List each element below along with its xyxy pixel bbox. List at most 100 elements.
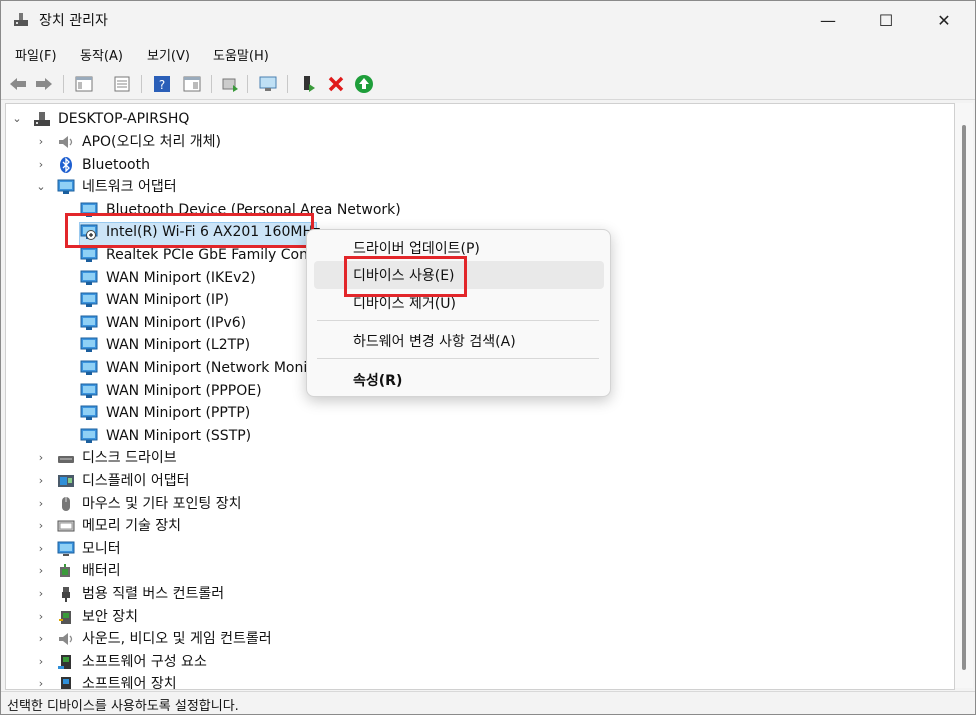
uninstall-device-button[interactable]	[325, 73, 347, 95]
tree-row-category-22[interactable]: › 사운드, 비디오 및 게임 컨트롤러	[6, 628, 946, 650]
tree-row-child-12[interactable]: WAN Miniport (PPTP)	[6, 402, 946, 424]
tree-item-label: 사운드, 비디오 및 게임 컨트롤러	[82, 631, 272, 648]
scrollbar-thumb[interactable]	[962, 125, 966, 670]
expand-chevron-icon[interactable]: ›	[36, 673, 46, 689]
show-hide-tree-icon	[75, 76, 93, 92]
highlight-box-selected-device	[65, 213, 314, 248]
tree-row-category-23[interactable]: › 소프트웨어 구성 요소	[6, 651, 946, 673]
maximize-button[interactable]: ☐	[857, 1, 915, 39]
context-properties[interactable]: 속성(R)	[353, 370, 402, 390]
memory-icon	[57, 518, 75, 534]
network-adapter-icon	[80, 428, 98, 444]
tree-item-label: WAN Miniport (PPTP)	[106, 405, 251, 422]
disk-drive-icon	[57, 450, 75, 466]
menu-bar: 파일(F) 동작(A) 보기(V) 도움말(H)	[1, 41, 975, 67]
back-button[interactable]	[7, 73, 29, 95]
scan-hardware-icon	[259, 76, 277, 91]
status-bar: 선택한 디바이스를 사용하도록 설정합니다.	[1, 691, 975, 714]
tree-item-label: WAN Miniport (IP)	[106, 292, 229, 309]
tree-row-category-19[interactable]: › 배터리	[6, 560, 946, 582]
tree-item-label: WAN Miniport (PPPOE)	[106, 382, 262, 399]
window-title: 장치 관리자	[39, 13, 108, 29]
context-scan-hardware[interactable]: 하드웨어 변경 사항 검색(A)	[353, 331, 516, 351]
menu-help[interactable]: 도움말(H)	[213, 45, 269, 64]
expand-chevron-icon[interactable]: ›	[36, 515, 46, 537]
menu-file[interactable]: 파일(F)	[15, 45, 57, 64]
expand-chevron-icon[interactable]: ›	[36, 606, 46, 628]
show-hide-tree-button[interactable]	[73, 73, 95, 95]
tree-row-child-13[interactable]: WAN Miniport (SSTP)	[6, 425, 946, 447]
usb-icon	[57, 586, 75, 602]
properties-button[interactable]	[111, 73, 133, 95]
tree-item-label: Bluetooth	[82, 156, 150, 173]
scan-hardware-button[interactable]	[257, 73, 279, 95]
tree-item-label: 보안 장치	[82, 608, 138, 625]
help-button[interactable]: ?	[151, 73, 173, 95]
tree-item-label: 네트워크 어댑터	[82, 179, 177, 196]
tree-row-category-1[interactable]: › Bluetooth	[6, 154, 946, 176]
tree-row-category-20[interactable]: › 범용 직렬 버스 컨트롤러	[6, 583, 946, 605]
tree-item-label: 모니터	[82, 540, 121, 557]
software-device-icon	[57, 676, 75, 689]
display-adapter-icon	[57, 473, 75, 489]
tree-item-label: APO(오디오 처리 개체)	[82, 134, 222, 150]
bluetooth-icon	[57, 156, 75, 173]
tree-item-label: 범용 직렬 버스 컨트롤러	[82, 586, 225, 602]
tree-row-category-16[interactable]: › 마우스 및 기타 포인팅 장치	[6, 493, 946, 515]
tree-row-category-14[interactable]: › 디스크 드라이브	[6, 447, 946, 469]
security-device-icon	[57, 609, 75, 625]
close-icon: ✕	[937, 10, 951, 30]
status-text: 선택한 디바이스를 사용하도록 설정합니다.	[7, 699, 239, 714]
collapse-chevron-icon[interactable]: ⌄	[36, 176, 46, 198]
network-adapter-icon	[80, 337, 98, 353]
forward-button[interactable]	[33, 73, 55, 95]
tree-item-label: WAN Miniport (IKEv2)	[106, 269, 256, 286]
expand-chevron-icon[interactable]: ›	[36, 560, 46, 582]
tree-row-category-24[interactable]: › 소프트웨어 장치	[6, 673, 946, 690]
toolbar-separator	[287, 75, 288, 93]
expand-chevron-icon[interactable]: ›	[36, 131, 46, 153]
update-driver-button[interactable]	[219, 73, 241, 95]
tree-row-category-0[interactable]: › APO(오디오 처리 개체)	[6, 131, 946, 153]
expand-chevron-icon[interactable]: ›	[36, 628, 46, 650]
tree-row-root[interactable]: ⌄ DESKTOP-APIRSHQ	[6, 108, 946, 130]
action-pane-button[interactable]	[181, 73, 203, 95]
enable-device-toolbar-button[interactable]	[297, 73, 319, 95]
expand-chevron-icon[interactable]: ›	[36, 470, 46, 492]
menu-action[interactable]: 동작(A)	[80, 45, 123, 64]
properties-icon	[114, 76, 130, 92]
tree-item-label: 디스크 드라이브	[82, 450, 177, 467]
expand-chevron-icon[interactable]: ›	[36, 447, 46, 469]
enable-device-icon	[304, 76, 315, 92]
network-adapter-icon	[80, 360, 98, 376]
speaker-icon	[57, 631, 75, 647]
context-update-driver[interactable]: 드라이버 업데이트(P)	[353, 238, 480, 258]
update-driver-icon	[222, 78, 238, 92]
network-adapter-icon	[57, 179, 75, 195]
svg-text:?: ?	[159, 78, 165, 92]
tree-row-category-21[interactable]: › 보안 장치	[6, 606, 946, 628]
expand-chevron-icon[interactable]: ›	[36, 538, 46, 560]
tree-item-label: 소프트웨어 장치	[82, 676, 177, 690]
toolbar: ?	[1, 69, 975, 100]
tree-row-category-17[interactable]: › 메모리 기술 장치	[6, 515, 946, 537]
expand-chevron-icon[interactable]: ›	[36, 493, 46, 515]
speaker-icon	[57, 134, 75, 150]
mouse-icon	[57, 496, 75, 512]
collapse-chevron-icon[interactable]: ⌄	[12, 108, 22, 130]
toolbar-separator	[211, 75, 212, 93]
enable-green-button[interactable]	[353, 73, 375, 95]
vertical-scrollbar[interactable]	[955, 103, 973, 688]
monitor-icon	[57, 541, 75, 557]
menu-view[interactable]: 보기(V)	[147, 45, 190, 64]
close-button[interactable]: ✕	[915, 1, 973, 39]
tree-row-category-15[interactable]: › 디스플레이 어댑터	[6, 470, 946, 492]
minimize-button[interactable]: —	[799, 1, 857, 39]
tree-row-category-18[interactable]: › 모니터	[6, 538, 946, 560]
expand-chevron-icon[interactable]: ›	[36, 651, 46, 673]
maximize-icon: ☐	[878, 10, 894, 30]
enable-green-icon	[355, 75, 373, 93]
expand-chevron-icon[interactable]: ›	[36, 583, 46, 605]
expand-chevron-icon[interactable]: ›	[36, 154, 46, 176]
tree-row-category-2[interactable]: ⌄ 네트워크 어댑터	[6, 176, 946, 198]
